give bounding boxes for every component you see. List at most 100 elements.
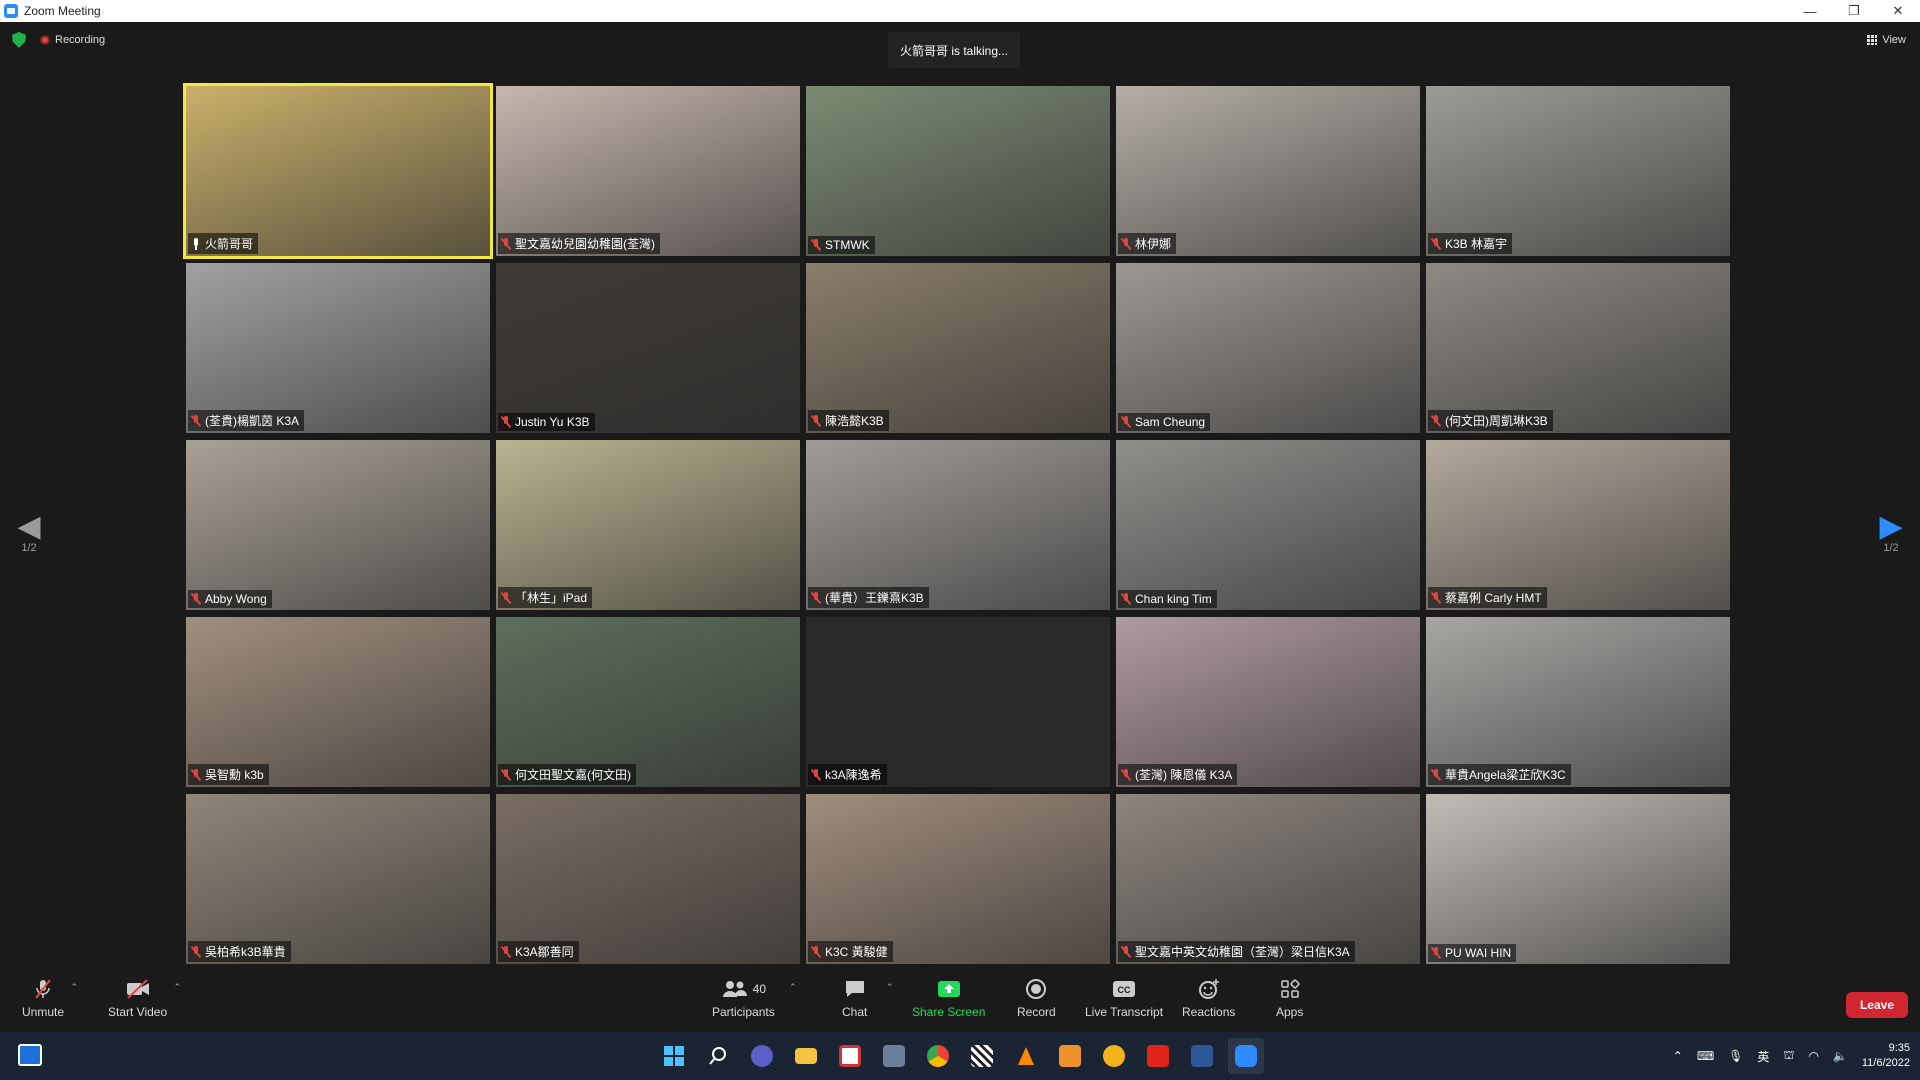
wifi-icon[interactable]: ◠ xyxy=(1808,1049,1818,1063)
start-video-button[interactable]: Start Video ⌃ xyxy=(108,978,181,1019)
participant-name: K3C 黃駿健 xyxy=(825,945,888,959)
calculator-icon[interactable] xyxy=(876,1038,912,1074)
participant-tile[interactable]: (華貴）王鑠熹K3B xyxy=(806,440,1110,610)
microphone-icon[interactable]: 🎙 xyxy=(1728,1049,1743,1063)
teams-chat-icon[interactable] xyxy=(744,1038,780,1074)
participant-tile[interactable]: 華貴Angela梁芷欣K3C xyxy=(1426,617,1730,787)
participant-tile[interactable]: (荃貴)楊凱茵 K3A xyxy=(186,263,490,433)
previous-page-button[interactable]: ◀ 1/2 xyxy=(14,512,44,555)
chat-label: Chat xyxy=(842,1005,868,1019)
participant-name: Abby Wong xyxy=(205,592,267,606)
participant-tile[interactable]: STMWK xyxy=(806,86,1110,256)
participant-tile[interactable]: (何文田)周凱琳K3B xyxy=(1426,263,1730,433)
chevron-up-icon[interactable]: ⌃ xyxy=(70,982,78,993)
participant-name-tag: 何文田聖文嘉(何文田) xyxy=(498,764,636,785)
start-icon[interactable] xyxy=(656,1038,692,1074)
recording-indicator[interactable]: Recording xyxy=(40,34,105,46)
participant-tile[interactable]: K3B 林嘉宇 xyxy=(1426,86,1730,256)
participant-name-tag: (何文田)周凱琳K3B xyxy=(1428,410,1553,431)
live-transcript-button[interactable]: CC Live Transcript xyxy=(1085,978,1163,1019)
record-icon xyxy=(1025,978,1047,1000)
ime-mode-icon[interactable]: ⛫ xyxy=(1783,1048,1794,1064)
restore-button[interactable]: ❐ xyxy=(1832,0,1876,22)
participant-name: (荃貴)楊凱茵 K3A xyxy=(205,414,300,428)
next-page-button[interactable]: ▶ 1/2 xyxy=(1876,512,1906,555)
widgets-icon[interactable] xyxy=(18,1044,42,1066)
participant-tile[interactable]: 蔡嘉俐 Carly HMT xyxy=(1426,440,1730,610)
chrome-icon[interactable] xyxy=(920,1038,956,1074)
participant-tile[interactable]: K3C 黃駿健 xyxy=(806,794,1110,964)
participant-tile[interactable]: 陳浩懿K3B xyxy=(806,263,1110,433)
participant-tile[interactable]: 何文田聖文嘉(何文田) xyxy=(496,617,800,787)
participant-tile[interactable]: k3A陳逸希 xyxy=(806,617,1110,787)
share-screen-button[interactable]: Share Screen xyxy=(912,978,985,1019)
participants-button[interactable]: 40 Participants ⌃ xyxy=(712,978,797,1019)
participant-name-tag: 吳智勳 k3b xyxy=(188,764,269,785)
participant-tile[interactable]: PU WAI HIN xyxy=(1426,794,1730,964)
close-button[interactable]: ✕ xyxy=(1876,0,1920,22)
record-button[interactable]: Record xyxy=(1017,978,1056,1019)
shield-icon[interactable] xyxy=(12,32,26,48)
chevron-up-icon[interactable]: ⌃ xyxy=(174,982,182,993)
snipping-tool-icon[interactable] xyxy=(832,1038,868,1074)
sun-icon[interactable] xyxy=(1096,1038,1132,1074)
participant-tile[interactable]: 林伊娜 xyxy=(1116,86,1420,256)
participant-tile[interactable]: Justin Yu K3B xyxy=(496,263,800,433)
clapper-icon[interactable] xyxy=(964,1038,1000,1074)
mic-muted-icon xyxy=(1431,237,1441,250)
minimize-button[interactable]: — xyxy=(1788,0,1832,22)
participant-tile[interactable]: 「林生」iPad xyxy=(496,440,800,610)
participant-name: K3B 林嘉宇 xyxy=(1445,237,1508,251)
participant-name: 「林生」iPad xyxy=(515,591,588,605)
word-icon[interactable] xyxy=(1184,1038,1220,1074)
acrobat-icon[interactable] xyxy=(1140,1038,1176,1074)
participant-name: (華貴）王鑠熹K3B xyxy=(825,591,924,605)
participant-tile[interactable]: Chan king Tim xyxy=(1116,440,1420,610)
apps-button[interactable]: Apps xyxy=(1276,978,1303,1019)
media-player-icon[interactable] xyxy=(1052,1038,1088,1074)
leave-button[interactable]: Leave xyxy=(1845,992,1908,1018)
zoom-app-icon xyxy=(4,4,18,18)
participant-tile[interactable]: 聖文嘉中英文幼稚園（荃灣）梁日信K3A xyxy=(1116,794,1420,964)
keyboard-icon[interactable]: ⌨ xyxy=(1697,1049,1714,1063)
share-screen-label: Share Screen xyxy=(912,1005,986,1019)
search-icon[interactable] xyxy=(700,1038,736,1074)
participant-name-tag: 吳柏希k3B華貴 xyxy=(188,941,291,962)
clock[interactable]: 9:35 11/6/2022 xyxy=(1862,1041,1910,1071)
chat-icon xyxy=(844,978,866,1000)
participant-tile[interactable]: 吳智勳 k3b xyxy=(186,617,490,787)
volume-icon[interactable]: 🔈 xyxy=(1833,1049,1848,1063)
ime-indicator[interactable]: 英 xyxy=(1757,1048,1769,1065)
participant-tile[interactable]: (荃灣) 陳恩儀 K3A xyxy=(1116,617,1420,787)
svg-text:CC: CC xyxy=(1118,985,1131,995)
participant-name: 林伊娜 xyxy=(1135,237,1172,251)
participant-name: Justin Yu K3B xyxy=(515,415,590,429)
mic-muted-icon xyxy=(1431,414,1441,427)
chevron-up-icon[interactable]: ⌃ xyxy=(789,982,797,993)
zoom-icon[interactable] xyxy=(1228,1038,1264,1074)
reactions-button[interactable]: Reactions xyxy=(1182,978,1235,1019)
mic-icon xyxy=(191,237,201,250)
file-explorer-icon[interactable] xyxy=(788,1038,824,1074)
participant-tile[interactable]: 吳柏希k3B華貴 xyxy=(186,794,490,964)
participant-tile[interactable]: Abby Wong xyxy=(186,440,490,610)
participant-tile[interactable]: 聖文嘉幼兒園幼稚園(荃灣) xyxy=(496,86,800,256)
mic-muted-icon xyxy=(811,239,821,251)
participant-name: 聖文嘉幼兒園幼稚園(荃灣) xyxy=(515,237,655,251)
participant-name: 華貴Angela梁芷欣K3C xyxy=(1445,768,1566,782)
participant-tile[interactable]: Sam Cheung xyxy=(1116,263,1420,433)
chevron-up-icon[interactable]: ⌃ xyxy=(886,982,894,993)
view-button[interactable]: View xyxy=(1867,34,1906,46)
participant-tile[interactable]: K3A鄒善同 xyxy=(496,794,800,964)
unmute-button[interactable]: Unmute ⌃ xyxy=(22,978,78,1019)
video-grid: 火箭哥哥 聖文嘉幼兒園幼稚園(荃灣) STMWK 林伊娜 K3B 林嘉宇 (荃貴)楊凱茵 … xyxy=(183,83,1734,966)
chevron-up-icon[interactable]: ⌃ xyxy=(1673,1049,1683,1063)
mic-muted-icon xyxy=(1121,768,1131,781)
chat-button[interactable]: Chat ⌃ xyxy=(842,978,893,1019)
vlc-icon[interactable] xyxy=(1008,1038,1044,1074)
participant-name-tag: 火箭哥哥 xyxy=(188,233,259,254)
recording-label: Recording xyxy=(55,34,106,46)
mic-muted-icon xyxy=(811,591,821,604)
participant-tile[interactable]: 火箭哥哥 xyxy=(183,83,493,259)
mic-muted-icon xyxy=(501,591,511,604)
